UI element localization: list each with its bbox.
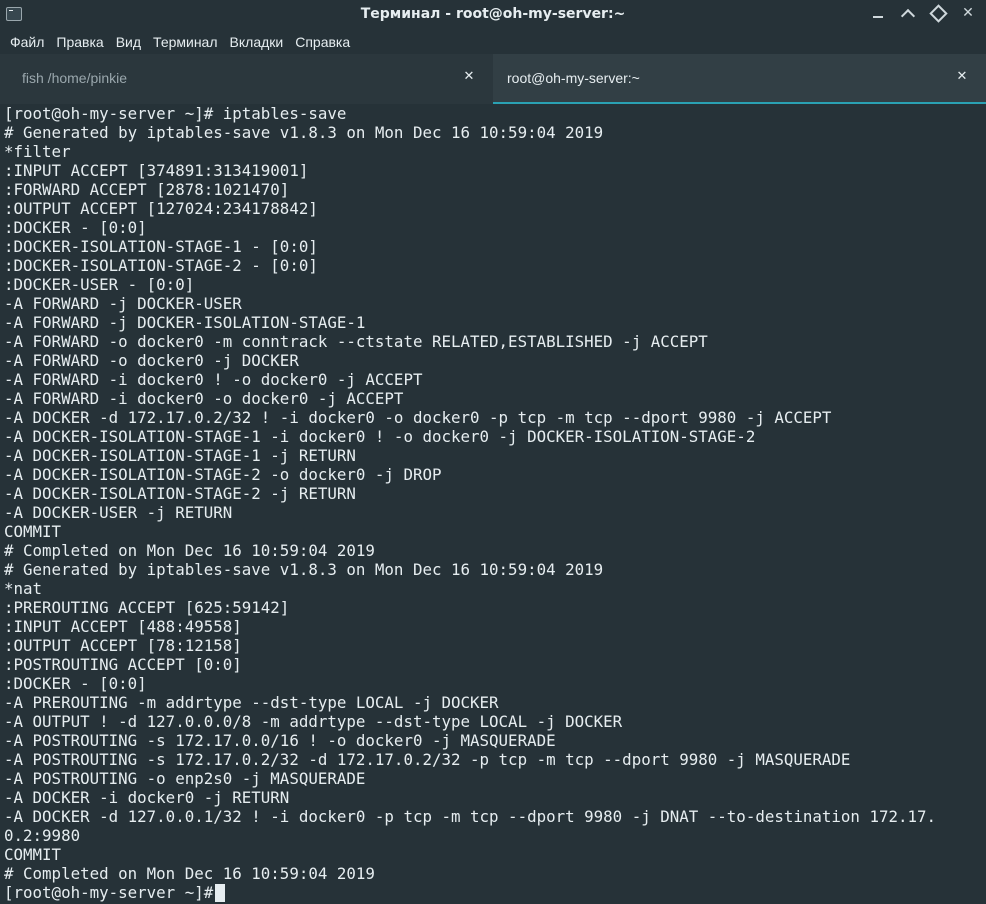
terminal-line: :DOCKER - [0:0] bbox=[4, 218, 147, 237]
menu-file[interactable]: Файл bbox=[4, 34, 50, 50]
tab-bar: fish /home/pinkie root@oh-my-server:~ bbox=[0, 54, 986, 105]
title-bar[interactable]: Терминал - root@oh-my-server:~ bbox=[0, 0, 986, 30]
terminal-line: :PREROUTING ACCEPT [625:59142] bbox=[4, 598, 290, 617]
terminal-line: :OUTPUT ACCEPT [127024:234178842] bbox=[4, 199, 318, 218]
terminal-line: 0.2:9980 bbox=[4, 826, 81, 845]
tab-close-icon[interactable] bbox=[462, 68, 476, 84]
menu-edit[interactable]: Правка bbox=[50, 34, 109, 50]
terminal-line: -A OUTPUT ! -d 127.0.0.0/8 -m addrtype -… bbox=[4, 712, 623, 731]
tab-close-icon[interactable] bbox=[955, 68, 969, 84]
terminal-line: -A FORWARD -o docker0 -m conntrack --cts… bbox=[4, 332, 708, 351]
terminal-line: -A DOCKER-ISOLATION-STAGE-2 -j RETURN bbox=[4, 484, 356, 503]
shell-prompt: [root@oh-my-server ~]# bbox=[4, 883, 214, 902]
terminal-line: :INPUT ACCEPT [374891:313419001] bbox=[4, 161, 309, 180]
terminal-line: :DOCKER-ISOLATION-STAGE-1 - [0:0] bbox=[4, 237, 318, 256]
terminal-line: -A FORWARD -j DOCKER-USER bbox=[4, 294, 242, 313]
tab-label: root@oh-my-server:~ bbox=[507, 70, 640, 86]
menu-help[interactable]: Справка bbox=[289, 34, 356, 50]
terminal-line: # Generated by iptables-save v1.8.3 on M… bbox=[4, 560, 604, 579]
terminal-line: -A POSTROUTING -s 172.17.0.2/32 -d 172.1… bbox=[4, 750, 851, 769]
window-controls bbox=[870, 4, 976, 22]
terminal-line: COMMIT bbox=[4, 845, 62, 864]
terminal-line: :OUTPUT ACCEPT [78:12158] bbox=[4, 636, 242, 655]
terminal-line: [root@oh-my-server ~]# iptables-save bbox=[4, 104, 347, 123]
terminal-line: -A DOCKER-ISOLATION-STAGE-2 -o docker0 -… bbox=[4, 465, 442, 484]
terminal-line: -A FORWARD -i docker0 -o docker0 -j ACCE… bbox=[4, 389, 404, 408]
minimize-icon[interactable] bbox=[870, 4, 886, 22]
menu-view[interactable]: Вид bbox=[110, 34, 147, 50]
tab-label: fish /home/pinkie bbox=[22, 70, 128, 86]
terminal-window: Терминал - root@oh-my-server:~ Файл Прав… bbox=[0, 0, 986, 904]
terminal-line: -A PREROUTING -m addrtype --dst-type LOC… bbox=[4, 693, 499, 712]
terminal-line: -A FORWARD -o docker0 -j DOCKER bbox=[4, 351, 299, 370]
terminal-line: -A DOCKER -d 172.17.0.2/32 ! -i docker0 … bbox=[4, 408, 832, 427]
terminal-line: :INPUT ACCEPT [488:49558] bbox=[4, 617, 242, 636]
terminal-line: # Generated by iptables-save v1.8.3 on M… bbox=[4, 123, 604, 142]
text-cursor bbox=[215, 884, 226, 902]
menu-bar: Файл Правка Вид Терминал Вкладки Справка bbox=[0, 30, 986, 54]
terminal-line: -A FORWARD -j DOCKER-ISOLATION-STAGE-1 bbox=[4, 313, 366, 332]
terminal-line: -A FORWARD -i docker0 ! -o docker0 -j AC… bbox=[4, 370, 423, 389]
terminal-line: # Completed on Mon Dec 16 10:59:04 2019 bbox=[4, 541, 375, 560]
terminal-line: -A DOCKER-USER -j RETURN bbox=[4, 503, 233, 522]
terminal-line: -A DOCKER-ISOLATION-STAGE-1 -j RETURN bbox=[4, 446, 356, 465]
tab-fish[interactable]: fish /home/pinkie bbox=[0, 54, 493, 104]
terminal-line: *filter bbox=[4, 142, 71, 161]
terminal-line: :DOCKER-ISOLATION-STAGE-2 - [0:0] bbox=[4, 256, 318, 275]
window-title: Терминал - root@oh-my-server:~ bbox=[360, 6, 626, 22]
terminal-line: -A POSTROUTING -o enp2s0 -j MASQUERADE bbox=[4, 769, 366, 788]
terminal-output[interactable]: [root@oh-my-server ~]# iptables-save # G… bbox=[0, 104, 986, 904]
terminal-line: COMMIT bbox=[4, 522, 62, 541]
terminal-line: -A DOCKER -d 127.0.0.1/32 ! -i docker0 -… bbox=[4, 807, 937, 826]
maximize-icon[interactable] bbox=[930, 4, 946, 22]
terminal-line: *nat bbox=[4, 579, 43, 598]
terminal-line: -A POSTROUTING -s 172.17.0.0/16 ! -o doc… bbox=[4, 731, 556, 750]
terminal-line: :POSTROUTING ACCEPT [0:0] bbox=[4, 655, 242, 674]
terminal-line: :DOCKER - [0:0] bbox=[4, 674, 147, 693]
terminal-line: -A DOCKER -i docker0 -j RETURN bbox=[4, 788, 290, 807]
menu-tabs[interactable]: Вкладки bbox=[224, 34, 290, 50]
prompt-line[interactable]: [root@oh-my-server ~]# bbox=[4, 883, 986, 902]
terminal-line: # Completed on Mon Dec 16 10:59:04 2019 bbox=[4, 864, 375, 883]
tab-root-server[interactable]: root@oh-my-server:~ bbox=[493, 54, 986, 104]
terminal-line: :DOCKER-USER - [0:0] bbox=[4, 275, 195, 294]
menu-terminal[interactable]: Терминал bbox=[147, 34, 223, 50]
terminal-line: :FORWARD ACCEPT [2878:1021470] bbox=[4, 180, 290, 199]
close-icon[interactable] bbox=[960, 4, 976, 22]
shade-icon[interactable] bbox=[900, 4, 916, 22]
terminal-line: -A DOCKER-ISOLATION-STAGE-1 -i docker0 !… bbox=[4, 427, 756, 446]
